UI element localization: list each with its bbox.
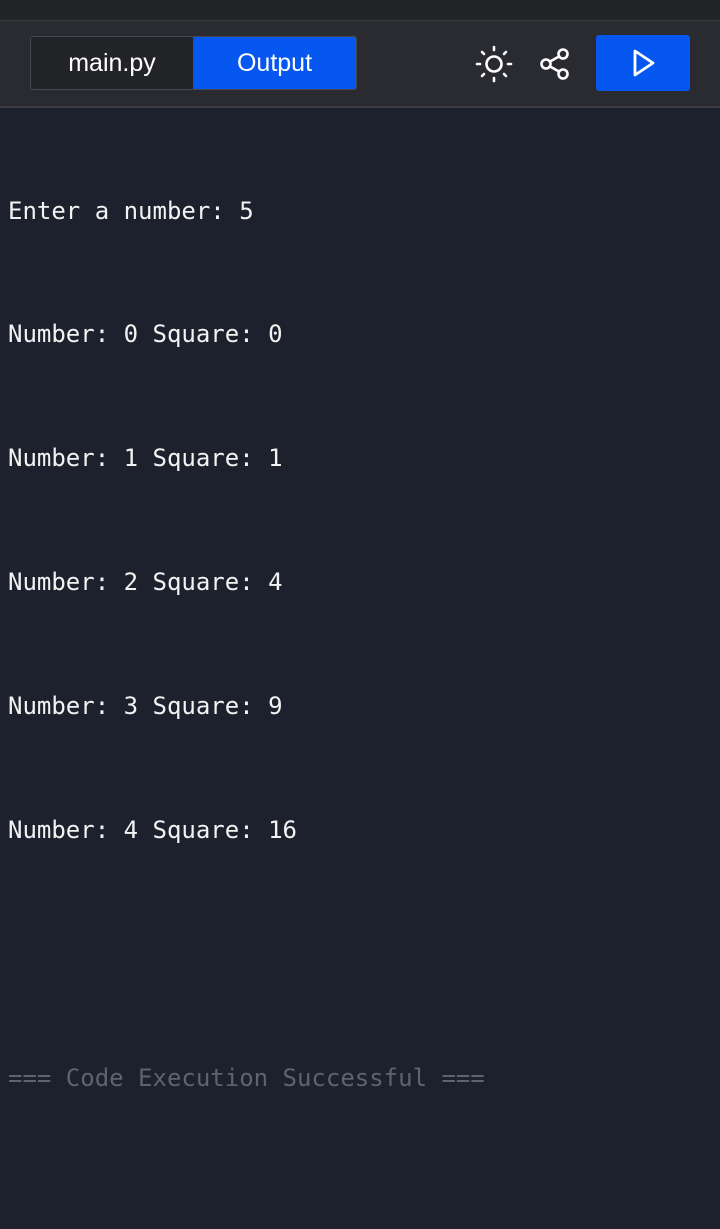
share-icon: [540, 48, 569, 80]
run-button[interactable]: [596, 35, 690, 91]
output-line: Number: 4 Square: 16: [8, 816, 297, 845]
theme-toggle-button[interactable]: [472, 42, 516, 86]
output-blank-line: [8, 934, 712, 975]
sun-icon: [475, 45, 513, 83]
output-line: Number: 2 Square: 4: [8, 568, 283, 597]
tab-group: main.py Output: [30, 36, 357, 90]
execution-status: === Code Execution Successful ===: [8, 1063, 485, 1092]
output-line: Number: 1 Square: 1: [8, 444, 283, 473]
output-line: Enter a number: 5: [8, 196, 254, 225]
play-icon: [633, 49, 655, 77]
tab-output[interactable]: Output: [193, 37, 356, 89]
top-strip: [0, 0, 720, 21]
tab-main-py[interactable]: main.py: [31, 37, 193, 89]
output-line: Number: 3 Square: 9: [8, 692, 283, 721]
output-console: Enter a number: 5 Number: 0 Square: 0 Nu…: [8, 108, 712, 1140]
output-line: Number: 0 Square: 0: [8, 320, 283, 349]
editor-toolbar: main.py Output: [0, 21, 720, 108]
share-button[interactable]: [533, 42, 577, 86]
